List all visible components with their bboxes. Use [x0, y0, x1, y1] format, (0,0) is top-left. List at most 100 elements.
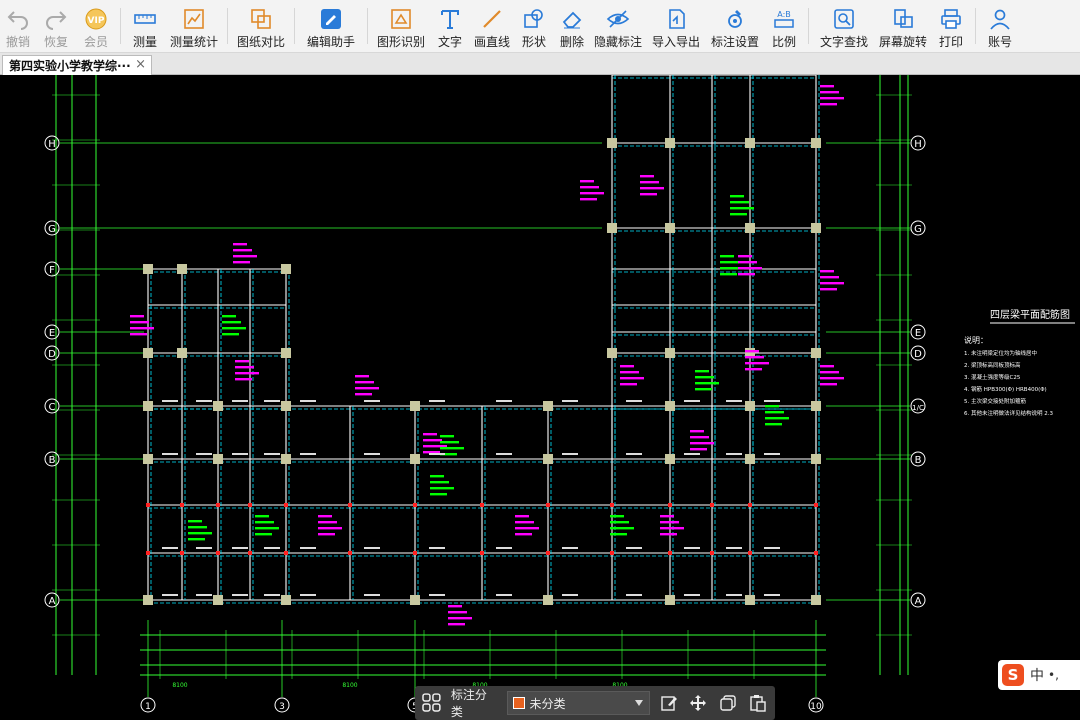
beam-annotation [765, 405, 789, 426]
beam-id-label [726, 453, 742, 455]
joint-marker [216, 503, 220, 507]
annotation-text-line [660, 521, 679, 524]
toolbar-button-13[interactable]: 导入导出 [646, 0, 706, 52]
scale-icon: A:B [772, 7, 796, 31]
toolbar-button-0[interactable]: 撤销 [0, 0, 36, 52]
category-color-swatch [512, 697, 525, 709]
annotation-text-line [820, 276, 839, 279]
edit-annotation-icon[interactable] [658, 692, 680, 714]
ime-indicator[interactable]: S 中 •, [998, 660, 1080, 690]
toolbar-button-18[interactable]: 打印 [931, 0, 971, 52]
annotation-text-line [720, 273, 737, 276]
annotation-text-line [820, 288, 837, 291]
toolbar-button-1[interactable]: 恢复 [36, 0, 76, 52]
drawing-canvas[interactable]: HGFEDCBAHGED1/CBA135108100810081008100四层… [0, 75, 1080, 720]
annotation-text-line [738, 261, 757, 264]
annotation-text-line [695, 382, 719, 385]
apps-grid-icon[interactable] [421, 692, 443, 714]
copy-icon[interactable] [717, 692, 739, 714]
annotation-text-line [130, 327, 154, 330]
beam-id-label [364, 453, 380, 455]
main-toolbar: 撤销 恢复 VIP 会员 测量 测量统计 图纸对比 编辑助手 图形识别 文字 画直线 形状 删除 隐藏标注… [0, 0, 1080, 53]
annotation-text-line [235, 360, 249, 363]
annotation-text-line [745, 362, 769, 365]
toolbar-button-7[interactable]: 图形识别 [372, 0, 430, 52]
annotation-text-line [820, 91, 839, 94]
axis-label-right: H [914, 139, 922, 150]
beam-id-label [196, 594, 212, 596]
annotation-text-line [660, 533, 677, 536]
toolbar-button-8[interactable]: 文字 [430, 0, 470, 52]
toolbar-button-5[interactable]: 图纸对比 [232, 0, 290, 52]
annotation-text-line [640, 175, 654, 178]
toolbar-button-2[interactable]: VIP 会员 [76, 0, 116, 52]
annotation-text-line [233, 243, 247, 246]
annotation-text-line [610, 533, 627, 536]
toolbar-button-14[interactable]: 标注设置 [706, 0, 764, 52]
document-tab[interactable]: 第四实验小学教学综··· × [2, 55, 152, 75]
annotation-text-line [690, 436, 709, 439]
beam-id-label [300, 400, 316, 402]
beam-id-label [764, 400, 780, 402]
annotation-text-line [620, 383, 637, 386]
category-select[interactable]: 未分类 [506, 691, 650, 715]
structural-column [281, 454, 291, 464]
annotation-text-line [695, 388, 712, 391]
annotation-text-line [440, 447, 464, 450]
beam-id-label [162, 594, 178, 596]
move-icon[interactable] [687, 692, 709, 714]
toolbar-button-16[interactable]: 文字查找 [813, 0, 875, 52]
structural-column [177, 264, 187, 274]
annotation-text-line [745, 368, 762, 371]
annotation-text-line [222, 321, 241, 324]
structural-column [811, 348, 821, 358]
structural-column [177, 348, 187, 358]
toolbar-button-label: 文字 [437, 35, 462, 49]
note-line: 6. 其他未注明做法详见结构说明 2.3 [964, 409, 1053, 417]
toolbar-button-10[interactable]: 形状 [514, 0, 554, 52]
toolbar-button-3[interactable]: 测量 [125, 0, 165, 52]
chevron-down-icon [634, 700, 643, 706]
joint-marker [610, 503, 614, 507]
structural-column [745, 401, 755, 411]
toolbar-button-label: 账号 [987, 35, 1012, 49]
note-line: 1. 未注明梁定位均为轴线居中 [964, 349, 1037, 357]
toolbar-button-label: 会员 [83, 35, 108, 49]
toolbar-button-label: 编辑助手 [306, 35, 355, 49]
structural-column [543, 454, 553, 464]
toolbar-button-15[interactable]: A:B 比例 [764, 0, 804, 52]
toolbar-button-label: 比例 [771, 35, 796, 49]
annotation-text-line [745, 350, 759, 353]
annotation-text-line [318, 527, 342, 530]
toolbar-button-9[interactable]: 画直线 [470, 0, 514, 52]
toolbar-button-4[interactable]: 测量统计 [165, 0, 223, 52]
structural-column [607, 348, 617, 358]
structural-column [213, 595, 223, 605]
beam-id-label [429, 594, 445, 596]
toolbar-button-19[interactable]: 账号 [980, 0, 1020, 52]
annotation-text-line [695, 370, 709, 373]
joint-marker [216, 551, 220, 555]
axis-col-label: 3 [279, 702, 285, 712]
beam-annotation [820, 85, 844, 106]
annotation-text-line [660, 527, 684, 530]
structural-column [745, 223, 755, 233]
paste-icon[interactable] [747, 692, 769, 714]
toolbar-button-12[interactable]: 隐藏标注 [590, 0, 646, 52]
axis-label-A: A [49, 596, 56, 607]
annotation-text-line [730, 201, 749, 204]
note-line: 5. 主次梁交接处附加箍筋 [964, 397, 1026, 405]
toolbar-button-17[interactable]: 屏幕旋转 [875, 0, 931, 52]
toolbar-button-6[interactable]: 编辑助手 [299, 0, 363, 52]
structural-column [745, 454, 755, 464]
annotation-text-line [580, 186, 599, 189]
toolbar-button-11[interactable]: 删除 [554, 0, 590, 52]
print-icon [939, 7, 963, 31]
annotation-text-line [820, 371, 839, 374]
beam-id-label [300, 453, 316, 455]
joint-marker [146, 551, 150, 555]
close-tab-icon[interactable]: × [135, 57, 146, 72]
annotation-text-line [690, 442, 714, 445]
beam-annotation [448, 605, 472, 626]
ime-language: 中 [1030, 668, 1044, 684]
